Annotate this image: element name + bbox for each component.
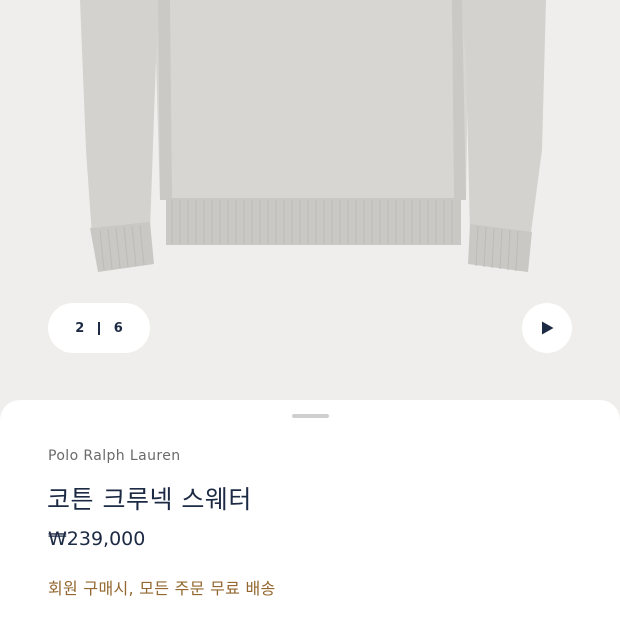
sheet-grab-handle[interactable] xyxy=(292,414,329,418)
product-info-sheet: Polo Ralph Lauren 코튼 크루넥 스웨터 ₩239,000 회원… xyxy=(0,400,620,620)
brand-name[interactable]: Polo Ralph Lauren xyxy=(48,448,181,464)
free-shipping-promo: 회원 구매시, 모든 주문 무료 배송 xyxy=(48,579,276,598)
pager-current: 2 xyxy=(75,320,85,336)
sweater-product-image xyxy=(80,0,546,272)
image-pager-indicator: 2 6 xyxy=(48,303,150,353)
play-icon xyxy=(542,321,554,335)
product-price: ₩239,000 xyxy=(48,528,146,550)
pager-total: 6 xyxy=(113,320,123,336)
pager-divider xyxy=(98,321,100,335)
product-image-gallery[interactable]: 2 6 xyxy=(0,0,620,420)
product-title: 코튼 크루넥 스웨터 xyxy=(47,485,252,514)
play-button[interactable] xyxy=(522,303,572,353)
